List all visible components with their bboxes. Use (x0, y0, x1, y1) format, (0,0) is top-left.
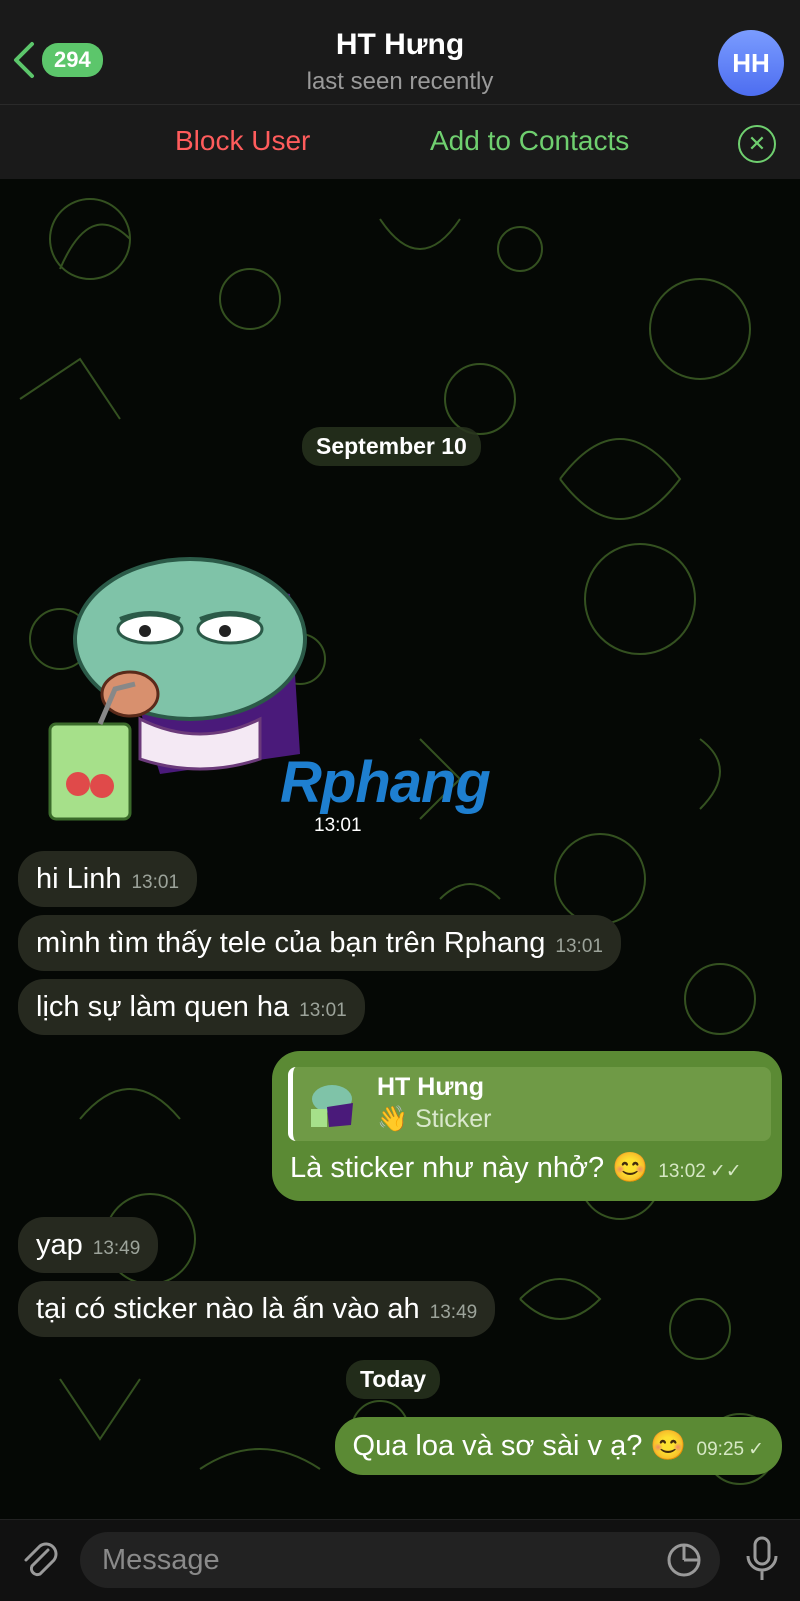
message-time: 13:01 (299, 1000, 347, 1021)
reply-text: 👋 Sticker (377, 1105, 492, 1133)
incoming-message[interactable]: tại có sticker nào là ấn vào ah 13:49 (18, 1281, 496, 1337)
message-text: Qua loa và sơ sài v ạ? 😊 (352, 1430, 687, 1462)
double-check-icon: ✓✓ (709, 1161, 742, 1182)
incoming-message[interactable]: yap 13:49 (18, 1217, 159, 1273)
chat-header: 294 HT Hưng last seen recently HH (0, 0, 800, 105)
sticker-icon[interactable] (666, 1542, 702, 1583)
outgoing-message[interactable]: Qua loa và sơ sài v ạ? 😊 09:25 ✓ (334, 1417, 782, 1475)
check-icon: ✓ (748, 1439, 764, 1460)
incoming-message[interactable]: mình tìm thấy tele của bạn trên Rphang 13… (18, 915, 621, 971)
message-time: 13:49 (429, 1302, 478, 1323)
message-time: 13:49 (92, 1238, 141, 1259)
reply-preview[interactable]: HT Hưng 👋 Sticker (288, 1067, 771, 1141)
chat-area[interactable]: September 10 Rphang 13:01 hi Linh 13:01 m… (0, 179, 800, 1519)
message-composer: Message (0, 1519, 800, 1601)
attach-icon[interactable] (18, 1538, 62, 1587)
reply-author: HT Hưng (377, 1073, 484, 1101)
message-text: Là sticker như này nhở? 😊 (290, 1152, 649, 1184)
date-separator: Today (346, 1360, 441, 1399)
message-text: yap (36, 1229, 83, 1261)
last-seen-status: last seen recently (306, 68, 494, 95)
message-text: tại có sticker nào là ấn vào ah (36, 1293, 420, 1325)
message-time: 13:02 (658, 1161, 706, 1182)
outgoing-message[interactable]: HT Hưng 👋 Sticker Là sticker như này nhở… (272, 1051, 782, 1201)
close-icon[interactable]: ✕ (738, 125, 776, 163)
contact-name[interactable]: HT Hưng (0, 28, 800, 62)
sticker-time: 13:01 (314, 815, 362, 836)
message-text: hi Linh (36, 863, 122, 895)
incoming-message[interactable]: lịch sự làm quen ha 13:01 (18, 979, 365, 1035)
message-placeholder: Message (102, 1544, 220, 1576)
add-to-contacts-button[interactable]: Add to Contacts (430, 125, 629, 157)
message-time: 13:01 (555, 936, 603, 957)
message-time: 09:25 (696, 1439, 745, 1460)
date-separator: September 10 (302, 427, 481, 466)
contact-avatar[interactable]: HH (718, 30, 784, 96)
message-time: 13:01 (131, 872, 180, 893)
block-user-button[interactable]: Block User (175, 125, 310, 157)
sticker-thumbnail (311, 1085, 353, 1127)
contact-action-bar: Block User Add to Contacts ✕ (0, 105, 800, 179)
avatar-initials: HH (732, 47, 770, 78)
watermark-logo: Rphang (280, 750, 491, 815)
incoming-message[interactable]: hi Linh 13:01 (18, 851, 198, 907)
message-text: mình tìm thấy tele của bạn trên Rphang (36, 927, 546, 959)
message-text: lịch sự làm quen ha (36, 991, 290, 1023)
microphone-icon[interactable] (742, 1534, 782, 1589)
message-input[interactable]: Message (80, 1532, 720, 1588)
